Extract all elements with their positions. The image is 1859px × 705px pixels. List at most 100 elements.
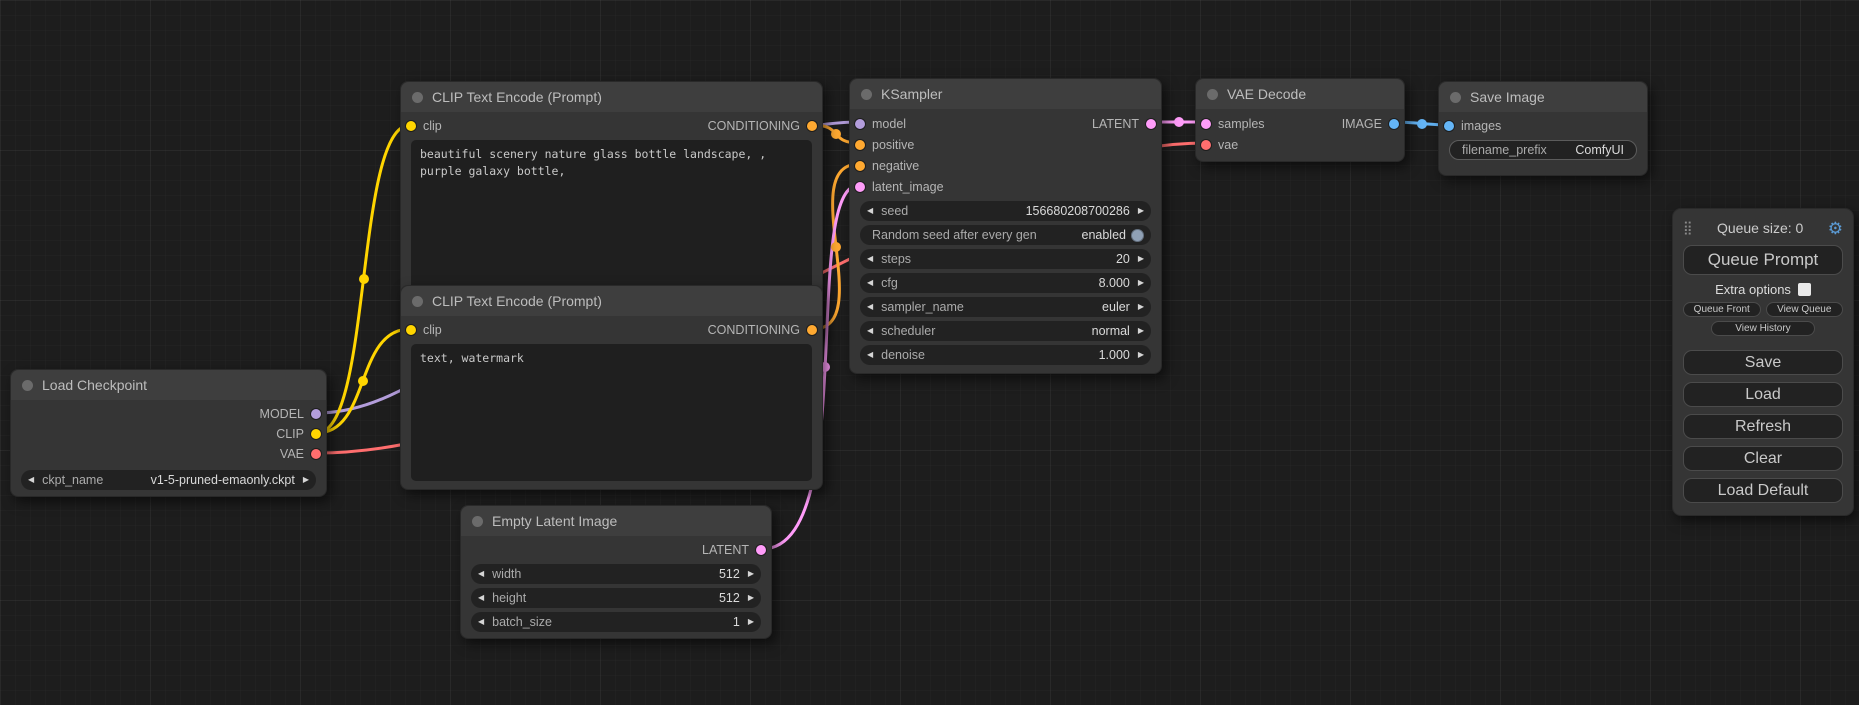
queue-front-button[interactable]: Queue Front: [1683, 302, 1761, 317]
node-title-bar[interactable]: CLIP Text Encode (Prompt): [401, 286, 822, 316]
conditioning-output-port[interactable]: [807, 121, 817, 131]
link-midpoint-dot[interactable]: [1174, 117, 1184, 127]
widget-height[interactable]: ◀ height 512 ▶: [471, 588, 761, 608]
decrement-arrow-icon[interactable]: ◀: [867, 207, 873, 215]
slot-label: vae: [1218, 138, 1238, 152]
images-input-port[interactable]: [1444, 121, 1454, 131]
decrement-arrow-icon[interactable]: ◀: [478, 594, 484, 602]
clip-output-port[interactable]: [311, 429, 321, 439]
decrement-arrow-icon[interactable]: ◀: [867, 327, 873, 335]
node-save-image[interactable]: Save Image images filename_prefix ComfyU…: [1438, 81, 1648, 176]
node-title-bar[interactable]: KSampler: [850, 79, 1161, 109]
widget-value: v1-5-pruned-emaonly.ckpt: [151, 473, 295, 487]
load-default-button[interactable]: Load Default: [1683, 478, 1843, 503]
node-title-bar[interactable]: Load Checkpoint: [11, 370, 326, 400]
decrement-arrow-icon[interactable]: ◀: [867, 351, 873, 359]
slot-row: model LATENT: [850, 113, 1161, 134]
extra-options-checkbox[interactable]: [1798, 283, 1811, 296]
node-vae-decode[interactable]: VAE Decode samples IMAGE vae: [1195, 78, 1405, 162]
decrement-arrow-icon[interactable]: ◀: [478, 618, 484, 626]
node-empty-latent-image[interactable]: Empty Latent Image LATENT ◀ width 512 ▶ …: [460, 505, 772, 639]
widget-batch-size[interactable]: ◀ batch_size 1 ▶: [471, 612, 761, 632]
increment-arrow-icon[interactable]: ▶: [1138, 207, 1144, 215]
menu-header: ⣿ Queue size: 0 ⚙: [1683, 218, 1843, 238]
latent-output-port[interactable]: [756, 545, 766, 555]
clip-input-port[interactable]: [406, 121, 416, 131]
decrement-arrow-icon[interactable]: ◀: [867, 279, 873, 287]
negative-input-port[interactable]: [855, 161, 865, 171]
node-title-bar[interactable]: Save Image: [1439, 82, 1647, 112]
view-history-button[interactable]: View History: [1711, 321, 1815, 336]
link-midpoint-dot[interactable]: [831, 129, 841, 139]
refresh-button[interactable]: Refresh: [1683, 414, 1843, 439]
collapse-dot-icon[interactable]: [861, 89, 872, 100]
queue-menu-panel[interactable]: ⣿ Queue size: 0 ⚙ Queue Prompt Extra opt…: [1672, 208, 1854, 516]
load-button[interactable]: Load: [1683, 382, 1843, 407]
settings-gear-icon[interactable]: ⚙: [1828, 220, 1843, 237]
widget-cfg[interactable]: ◀ cfg 8.000 ▶: [860, 273, 1151, 293]
widget-ckpt-name[interactable]: ◀ ckpt_name v1-5-pruned-emaonly.ckpt ▶: [21, 470, 316, 490]
widget-sampler-name[interactable]: ◀ sampler_name euler ▶: [860, 297, 1151, 317]
queue-size-label: Queue size: 0: [1717, 220, 1803, 236]
slot-label: negative: [872, 159, 919, 173]
increment-arrow-icon[interactable]: ▶: [748, 594, 754, 602]
collapse-dot-icon[interactable]: [412, 296, 423, 307]
decrement-arrow-icon[interactable]: ◀: [867, 255, 873, 263]
increment-arrow-icon[interactable]: ▶: [748, 618, 754, 626]
collapse-dot-icon[interactable]: [472, 516, 483, 527]
widget-random-seed-toggle[interactable]: Random seed after every gen enabled: [860, 225, 1151, 245]
drag-handle-icon[interactable]: ⣿: [1683, 220, 1693, 236]
slot-label: VAE: [280, 447, 304, 461]
increment-arrow-icon[interactable]: ▶: [748, 570, 754, 578]
node-title-bar[interactable]: CLIP Text Encode (Prompt): [401, 82, 822, 112]
node-title-bar[interactable]: Empty Latent Image: [461, 506, 771, 536]
model-output-port[interactable]: [311, 409, 321, 419]
input-slot-latent-image: latent_image: [850, 176, 1161, 197]
increment-arrow-icon[interactable]: ▶: [1138, 303, 1144, 311]
link-midpoint-dot[interactable]: [1417, 119, 1427, 129]
samples-input-port[interactable]: [1201, 119, 1211, 129]
widget-value: enabled: [1082, 228, 1127, 242]
node-clip-text-encode-negative[interactable]: CLIP Text Encode (Prompt) clip CONDITION…: [400, 285, 823, 490]
clip-input-port[interactable]: [406, 325, 416, 335]
decrement-arrow-icon[interactable]: ◀: [867, 303, 873, 311]
vae-output-port[interactable]: [311, 449, 321, 459]
widget-denoise[interactable]: ◀ denoise 1.000 ▶: [860, 345, 1151, 365]
queue-prompt-button[interactable]: Queue Prompt: [1683, 245, 1843, 275]
decrement-arrow-icon[interactable]: ◀: [28, 476, 34, 484]
latent-output-port[interactable]: [1146, 119, 1156, 129]
toggle-knob[interactable]: [1131, 229, 1144, 242]
collapse-dot-icon[interactable]: [1207, 89, 1218, 100]
increment-arrow-icon[interactable]: ▶: [1138, 351, 1144, 359]
conditioning-output-port[interactable]: [807, 325, 817, 335]
node-title-bar[interactable]: VAE Decode: [1196, 79, 1404, 109]
collapse-dot-icon[interactable]: [22, 380, 33, 391]
widget-steps[interactable]: ◀ steps 20 ▶: [860, 249, 1151, 269]
link-midpoint-dot[interactable]: [831, 242, 841, 252]
image-output-port[interactable]: [1389, 119, 1399, 129]
node-ksampler[interactable]: KSampler model LATENT positive negative …: [849, 78, 1162, 374]
clear-button[interactable]: Clear: [1683, 446, 1843, 471]
latent-image-input-port[interactable]: [855, 182, 865, 192]
collapse-dot-icon[interactable]: [1450, 92, 1461, 103]
prompt-textarea[interactable]: text, watermark: [411, 344, 812, 481]
node-load-checkpoint[interactable]: Load Checkpoint MODEL CLIP VAE ◀ ckpt_na…: [10, 369, 327, 497]
widget-width[interactable]: ◀ width 512 ▶: [471, 564, 761, 584]
view-queue-button[interactable]: View Queue: [1766, 302, 1844, 317]
save-button[interactable]: Save: [1683, 350, 1843, 375]
collapse-dot-icon[interactable]: [412, 92, 423, 103]
slot-label: positive: [872, 138, 914, 152]
vae-input-port[interactable]: [1201, 140, 1211, 150]
increment-arrow-icon[interactable]: ▶: [303, 476, 309, 484]
link-midpoint-dot[interactable]: [359, 274, 369, 284]
increment-arrow-icon[interactable]: ▶: [1138, 255, 1144, 263]
link-midpoint-dot[interactable]: [358, 376, 368, 386]
decrement-arrow-icon[interactable]: ◀: [478, 570, 484, 578]
widget-seed[interactable]: ◀ seed 156680208700286 ▶: [860, 201, 1151, 221]
widget-filename-prefix[interactable]: filename_prefix ComfyUI: [1449, 140, 1637, 160]
widget-scheduler[interactable]: ◀ scheduler normal ▶: [860, 321, 1151, 341]
positive-input-port[interactable]: [855, 140, 865, 150]
increment-arrow-icon[interactable]: ▶: [1138, 327, 1144, 335]
model-input-port[interactable]: [855, 119, 865, 129]
increment-arrow-icon[interactable]: ▶: [1138, 279, 1144, 287]
